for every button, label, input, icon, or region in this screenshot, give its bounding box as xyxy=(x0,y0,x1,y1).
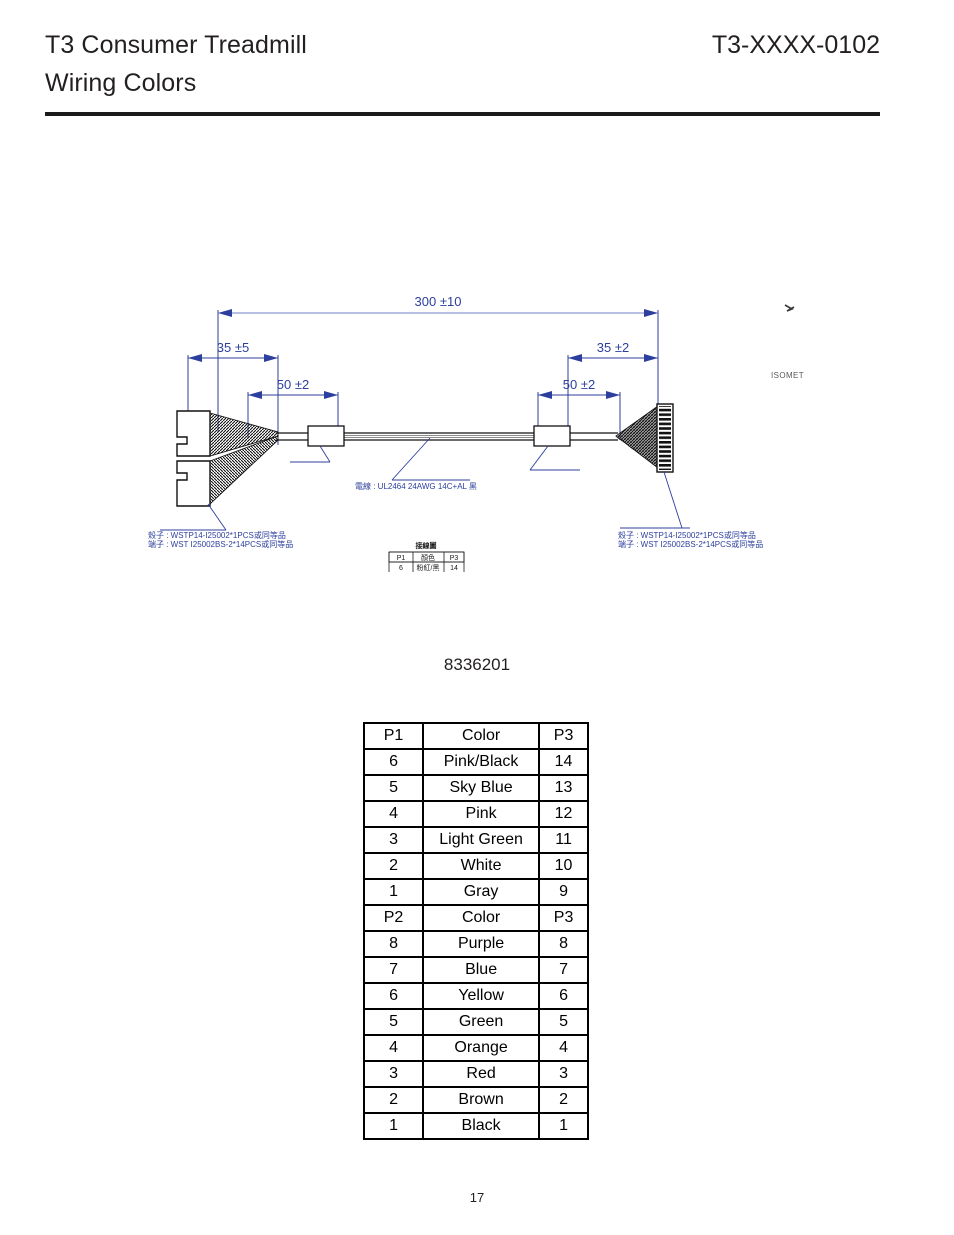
cell-color: Sky Blue xyxy=(422,774,541,802)
cell-color: Brown xyxy=(422,1086,541,1114)
cell-left-pin: 5 xyxy=(362,774,425,802)
table-row: 2 Brown 2 xyxy=(362,1086,589,1114)
cell-right-pin: 13 xyxy=(538,774,589,802)
cell-color: Orange xyxy=(422,1034,541,1062)
table-row: 8 Purple 8 xyxy=(362,930,589,958)
cell-color: Pink/Black xyxy=(422,748,541,776)
isometric-view-marker: ISOMET xyxy=(771,304,804,380)
cell-left-pin: 3 xyxy=(362,1060,425,1088)
cell-right-pin: 5 xyxy=(538,1008,589,1036)
cell-color: Red xyxy=(422,1060,541,1088)
table-row: 4 Orange 4 xyxy=(362,1034,589,1062)
mini-header-color: 顏色 xyxy=(421,553,435,562)
cell-right-pin: 8 xyxy=(538,930,589,958)
header-divider xyxy=(45,112,880,116)
dimension-overall-length: 300 ±10 xyxy=(217,294,659,432)
cable-assembly-drawing: 300 ±10 35 ±5 50 ±2 50 ±2 35 ±2 電線: UL2… xyxy=(130,280,850,590)
cell-right-pin: 10 xyxy=(538,852,589,880)
table-row: 1 Gray 9 xyxy=(362,878,589,906)
cell-right-pin: 3 xyxy=(538,1060,589,1088)
dimension-overall-length-text: 300 ±10 xyxy=(415,294,462,309)
page-number: 17 xyxy=(469,1190,485,1205)
cell-right-pin: 9 xyxy=(538,878,589,906)
table-row: 6 Pink/Black 14 xyxy=(362,748,589,776)
part-number: 8336201 xyxy=(443,655,511,674)
cell-left-pin: 7 xyxy=(362,956,425,984)
dimension-right-breakout-text: 35 ±2 xyxy=(597,340,629,355)
table-row: 6 Yellow 6 xyxy=(362,982,589,1010)
cell-left-pin: 4 xyxy=(362,1034,425,1062)
cell-color: Purple xyxy=(422,930,541,958)
cell-color: Color xyxy=(422,722,541,750)
left-terminal-note: 端子 : WST I25002BS-2*14PCS或同等品 xyxy=(148,539,293,549)
cell-color: Yellow xyxy=(422,982,541,1010)
right-terminal-note: 端子 : WST I25002BS-2*14PCS或同等品 xyxy=(618,539,763,549)
cell-color: Blue xyxy=(422,956,541,984)
cell-left-pin: 2 xyxy=(362,1086,425,1114)
cell-color: Pink xyxy=(422,800,541,828)
cell-left-pin: P1 xyxy=(362,722,425,750)
cell-right-pin: 14 xyxy=(538,748,589,776)
cell-left-pin: 2 xyxy=(362,852,425,880)
page-title: T3 Consumer Treadmill Wiring Colors xyxy=(45,26,565,102)
table-row: 1 Black 1 xyxy=(362,1112,589,1140)
right-sleeve-icon xyxy=(533,425,571,447)
mini-wiring-table: 接線圖 P1 顏色 P3 6 粉紅/黑 14 xyxy=(388,541,465,572)
dimension-left-sleeve-text: 50 ±2 xyxy=(277,377,309,392)
mini-cell-p3: 14 xyxy=(450,565,458,572)
cell-left-pin: 8 xyxy=(362,930,425,958)
table-row: 3 Red 3 xyxy=(362,1060,589,1088)
cell-right-pin: 7 xyxy=(538,956,589,984)
table-header-row: P2 Color P3 xyxy=(362,904,589,932)
cell-left-pin: 1 xyxy=(362,878,425,906)
cell-color: White xyxy=(422,852,541,880)
cell-left-pin: 5 xyxy=(362,1008,425,1036)
table-header-row: P1 Color P3 xyxy=(362,722,589,750)
table-row: 7 Blue 7 xyxy=(362,956,589,984)
cell-right-pin: 1 xyxy=(538,1112,589,1140)
cell-left-pin: 6 xyxy=(362,982,425,1010)
cell-right-pin: P3 xyxy=(538,904,589,932)
cell-right-pin: 12 xyxy=(538,800,589,828)
mini-header-p1: P1 xyxy=(397,555,406,562)
cell-left-pin: 6 xyxy=(362,748,425,776)
cell-right-pin: P3 xyxy=(538,722,589,750)
page-title-line-2: Wiring Colors xyxy=(45,69,197,97)
page-title-line-1: T3 Consumer Treadmill xyxy=(45,31,307,59)
wire-spec-note: 電線 : UL2464 24AWG 14C+AL 黑 xyxy=(355,481,477,491)
table-row: 3 Light Green 11 xyxy=(362,826,589,854)
mini-cell-p1: 6 xyxy=(399,565,403,572)
cell-right-pin: 6 xyxy=(538,982,589,1010)
table-row: 4 Pink 12 xyxy=(362,800,589,828)
cell-left-pin: 1 xyxy=(362,1112,425,1140)
right-housing-note: 殼子 : WSTP14-I25002*1PCS或同等品 xyxy=(618,530,756,540)
left-sleeve-icon xyxy=(307,425,345,447)
cell-color: Black xyxy=(422,1112,541,1140)
right-connector-icon xyxy=(615,403,674,473)
cell-left-pin: 4 xyxy=(362,800,425,828)
cell-color: Color xyxy=(422,904,541,932)
cell-left-pin: P2 xyxy=(362,904,425,932)
cell-right-pin: 11 xyxy=(538,826,589,854)
cell-left-pin: 3 xyxy=(362,826,425,854)
table-row: 5 Sky Blue 13 xyxy=(362,774,589,802)
document-number: T3-XXXX-0102 xyxy=(711,31,880,59)
cell-right-pin: 2 xyxy=(538,1086,589,1114)
cell-color: Gray xyxy=(422,878,541,906)
mini-cell-color: 粉紅/黑 xyxy=(417,563,440,572)
cell-color: Light Green xyxy=(422,826,541,854)
left-housing-note: 殼子 : WSTP14-I25002*1PCS或同等品 xyxy=(148,530,286,540)
mini-header-p3: P3 xyxy=(450,555,459,562)
page-header: T3 Consumer Treadmill Wiring Colors T3-X… xyxy=(45,26,880,104)
dimension-left-breakout-text: 35 ±5 xyxy=(217,340,249,355)
table-row: 2 White 10 xyxy=(362,852,589,880)
wiring-color-table: P1 Color P3 6 Pink/Black 14 5 Sky Blue 13 4 Pink 12… xyxy=(362,722,589,1140)
isometric-view-label: ISOMET xyxy=(771,371,804,380)
table-row: 5 Green 5 xyxy=(362,1008,589,1036)
mini-wiring-table-title: 接線圖 xyxy=(416,541,437,550)
cell-right-pin: 4 xyxy=(538,1034,589,1062)
cell-color: Green xyxy=(422,1008,541,1036)
